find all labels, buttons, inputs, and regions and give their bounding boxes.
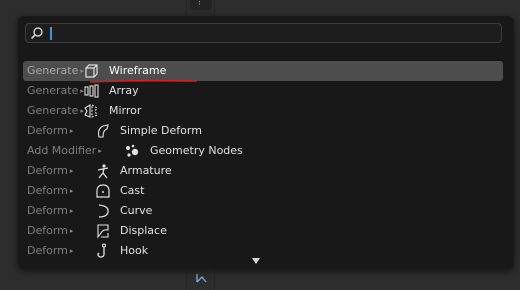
- menu-item-category: Deform ▸: [27, 204, 74, 217]
- array-icon: [84, 84, 99, 98]
- mirror-icon: [84, 104, 98, 118]
- search-input[interactable]: [54, 25, 498, 43]
- menu-item-category: Generate ▸: [27, 64, 84, 77]
- menu-item-category: Generate ▸: [27, 84, 84, 97]
- menu-item-array[interactable]: Generate ▸ Array: [23, 81, 503, 101]
- menu-item-category: Add Modifier ▸: [27, 144, 102, 157]
- menu-item-curve[interactable]: Deform ▸ Curve: [23, 201, 503, 221]
- menu-item-label: Hook: [120, 244, 149, 257]
- curve-icon: [98, 204, 109, 218]
- search-box[interactable]: [25, 23, 502, 43]
- armature-icon: [97, 164, 109, 179]
- menu-item-category: Deform ▸: [27, 124, 74, 137]
- hook-icon: [97, 243, 107, 258]
- menu-item-simple-deform[interactable]: Deform ▸ Simple Deform: [23, 121, 503, 141]
- search-results-list: Generate ▸ Wireframe Generate ▸ Array Gene…: [23, 61, 503, 261]
- menu-item-label: Array: [109, 84, 139, 97]
- menu-item-label: Mirror: [109, 104, 142, 117]
- menu-item-geometry-nodes[interactable]: Add Modifier ▸ Geometry Nodes: [23, 141, 503, 161]
- menu-item-label: Geometry Nodes: [150, 144, 243, 157]
- menu-item-category: Deform ▸: [27, 244, 74, 257]
- viewport-header-widget[interactable]: ⁝: [190, 0, 212, 10]
- menu-item-label: Displace: [120, 224, 167, 237]
- wireframe-icon: [85, 64, 98, 78]
- axis-gizmo-icon: [196, 274, 207, 283]
- menu-item-category: Generate ▸: [27, 104, 84, 117]
- menu-item-label: Cast: [120, 184, 145, 197]
- menu-item-hook[interactable]: Deform ▸ Hook: [23, 241, 503, 261]
- geometry-nodes-icon: [126, 144, 139, 157]
- menu-item-wireframe[interactable]: Generate ▸ Wireframe: [23, 61, 503, 83]
- search-icon: [30, 27, 43, 40]
- displace-icon: [97, 224, 109, 239]
- menu-item-label: Armature: [120, 164, 172, 177]
- scroll-down-arrow-icon[interactable]: [251, 257, 261, 265]
- menu-item-category: Deform ▸: [27, 224, 74, 237]
- simple-deform-icon: [97, 124, 109, 138]
- menu-item-label: Simple Deform: [120, 124, 202, 137]
- menu-item-category: Deform ▸: [27, 184, 74, 197]
- menu-item-cast[interactable]: Deform ▸ Cast: [23, 181, 503, 201]
- drag-handle-icon: ⁝: [198, 0, 201, 8]
- menu-item-mirror[interactable]: Generate ▸ Mirror: [23, 101, 503, 121]
- menu-item-label: Curve: [120, 204, 153, 217]
- menu-item-displace[interactable]: Deform ▸ Displace: [23, 221, 503, 241]
- menu-item-armature[interactable]: Deform ▸ Armature: [23, 161, 503, 181]
- cast-icon: [96, 184, 110, 198]
- add-modifier-search-menu: Generate ▸ Wireframe Generate ▸ Array Gene…: [18, 16, 514, 269]
- text-cursor: [50, 27, 52, 40]
- menu-item-category: Deform ▸: [27, 164, 74, 177]
